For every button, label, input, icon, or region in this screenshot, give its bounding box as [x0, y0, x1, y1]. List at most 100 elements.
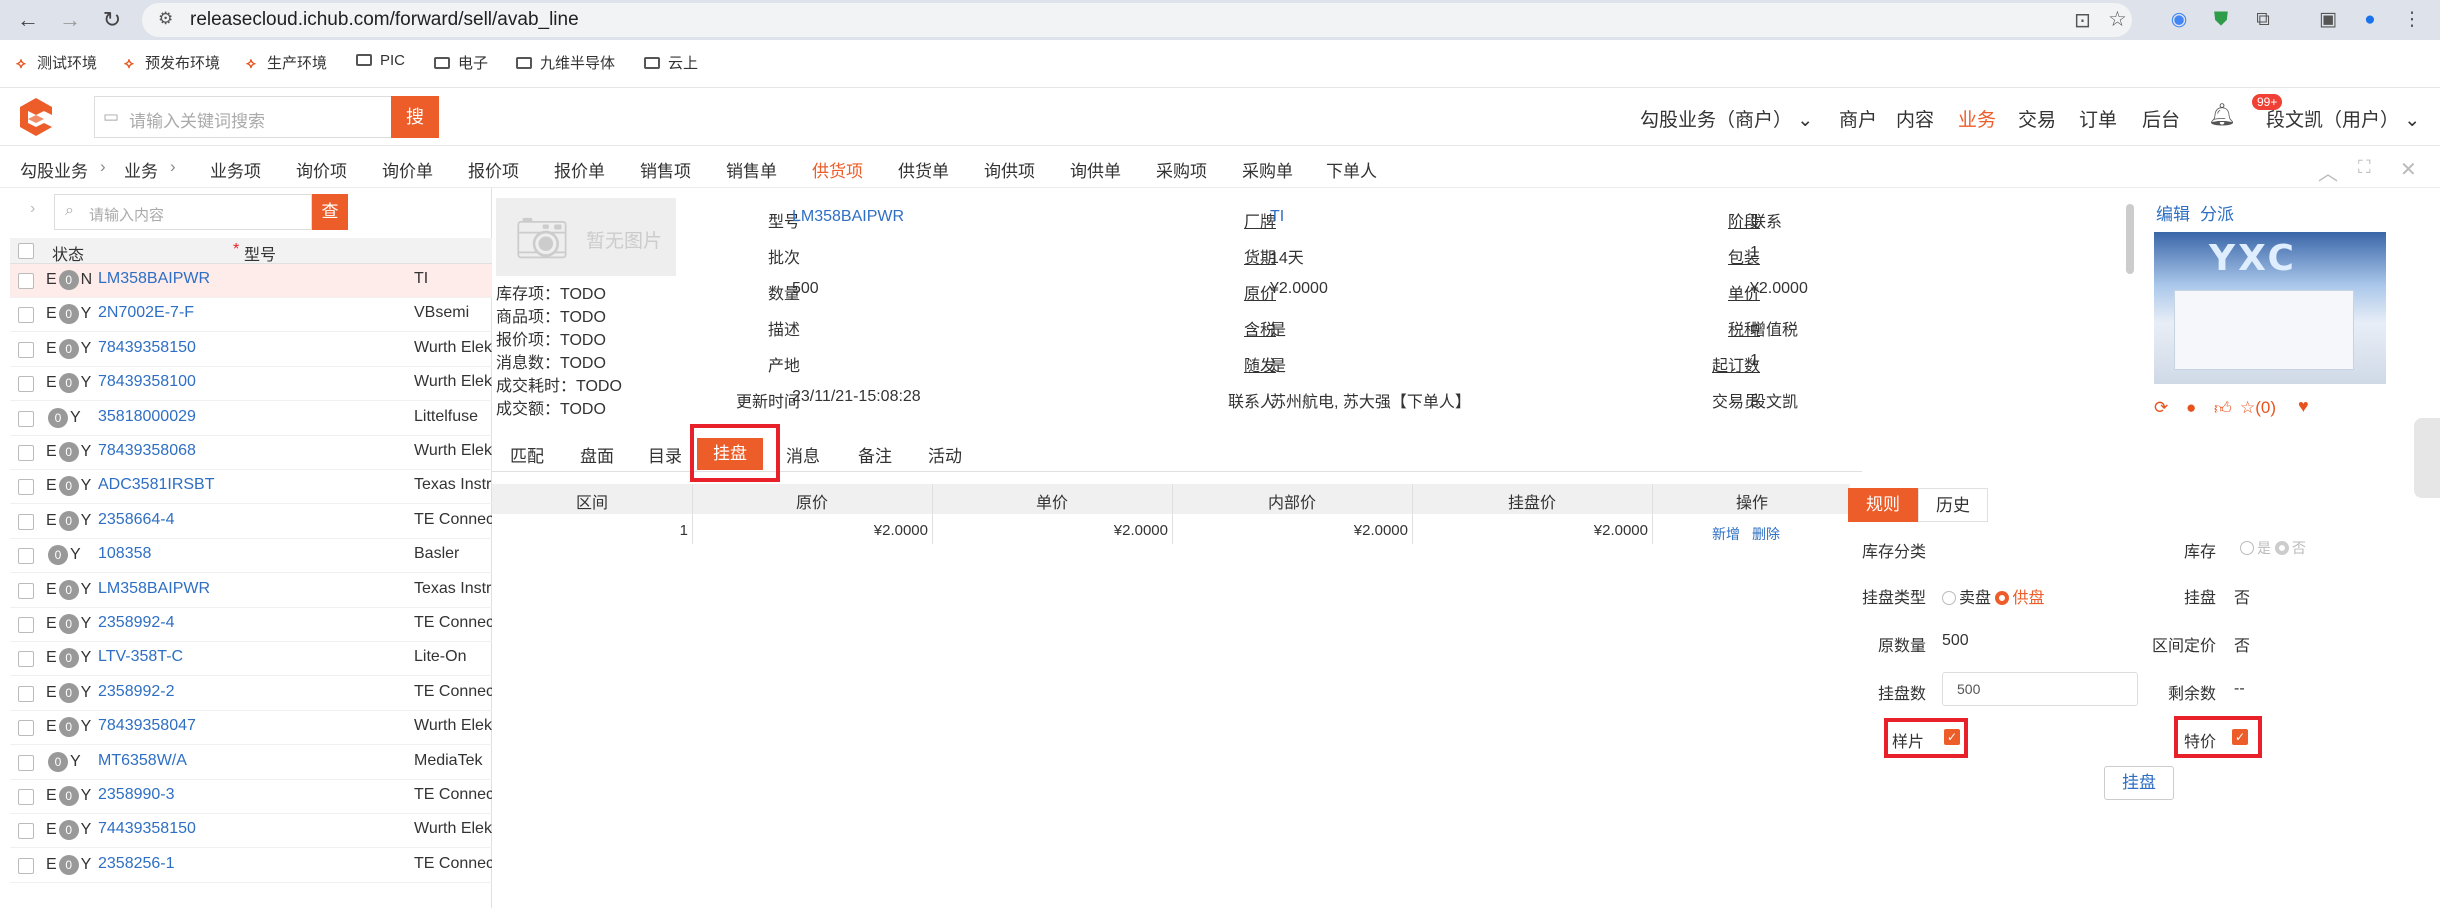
row-checkbox[interactable] [18, 273, 34, 289]
tab-activity[interactable]: 活动 [928, 442, 962, 467]
row-model-link[interactable]: 78439358100 [98, 373, 196, 391]
crumb-inq-supply-order[interactable]: 询供单 [1070, 157, 1121, 182]
bookmark-electronics[interactable]: 电子 [434, 52, 488, 73]
crumb-root[interactable]: 勾股业务 [20, 157, 88, 182]
tab-rules[interactable]: 规则 [1848, 488, 1918, 522]
url-text[interactable]: releasecloud.ichub.com/forward/sell/avab… [190, 9, 579, 31]
delete-link[interactable]: 删除 [1752, 524, 1780, 544]
row-checkbox[interactable] [18, 754, 34, 771]
list-search-button[interactable]: 查 [312, 194, 348, 230]
tab-notes[interactable]: 备注 [858, 442, 892, 467]
thumbs-up-icon[interactable]: 👍︎ [2214, 398, 2232, 419]
extensions-icon[interactable]: ⧉ [2251, 8, 2275, 32]
app-logo[interactable] [14, 95, 58, 139]
list-item[interactable]: E 0 Y 2N7002E-7-F VBsemi [10, 298, 492, 333]
value-brand[interactable]: TI [1270, 208, 1284, 226]
row-model-link[interactable]: LTV-358T-C [98, 648, 183, 666]
row-checkbox[interactable] [18, 651, 34, 668]
bookmark-test[interactable]: ⟡ 测试环境 [16, 52, 97, 73]
favorite-count[interactable]: ☆(0) [2240, 398, 2276, 418]
profile-icon[interactable]: ● [2358, 8, 2382, 32]
add-link[interactable]: 新增 [1712, 524, 1740, 544]
crumb-business-item[interactable]: 业务项 [210, 157, 261, 182]
row-checkbox[interactable] [18, 307, 34, 324]
bookmark-pic[interactable]: PIC [356, 52, 405, 69]
collapse-icon[interactable]: ︿ [2318, 157, 2338, 186]
chrome-extension-icon[interactable]: ◉ [2167, 8, 2191, 32]
row-model-link[interactable]: 2358992-4 [98, 614, 175, 632]
global-search-button[interactable]: 搜 [391, 96, 439, 138]
stock-yes-radio[interactable] [2240, 541, 2254, 555]
row-checkbox[interactable] [18, 685, 34, 702]
nav-business[interactable]: 业务 [1958, 105, 1996, 132]
reload-icon[interactable]: ↻ [98, 6, 126, 34]
crumb-purchase-item[interactable]: 采购项 [1156, 157, 1207, 182]
crumb-inquiry-item[interactable]: 询价项 [296, 157, 347, 182]
crumb-purchase-order[interactable]: 采购单 [1242, 157, 1293, 182]
crumb-order-person[interactable]: 下单人 [1326, 157, 1377, 182]
sell-radio[interactable] [1942, 591, 1956, 605]
crumb-business[interactable]: 业务 [124, 157, 158, 182]
row-model-link[interactable]: ADC3581IRSBT [98, 476, 215, 494]
list-item[interactable]: E 0 Y ADC3581IRSBT Texas Instr [10, 470, 492, 505]
row-model-link[interactable]: 108358 [98, 545, 151, 563]
row-checkbox[interactable] [18, 823, 34, 840]
list-item[interactable]: E 0 Y 78439358047 Wurth Elek [10, 711, 492, 746]
value-model[interactable]: LM358BAIPWR [792, 208, 904, 226]
bookmark-prod[interactable]: ⟡ 生产环境 [246, 52, 327, 73]
nav-content[interactable]: 内容 [1896, 105, 1934, 132]
business-menu[interactable]: 勾股业务（商户） ⌄ [1640, 105, 1813, 132]
nav-trade[interactable]: 交易 [2018, 105, 2056, 132]
panel-scrollbar[interactable] [2126, 204, 2134, 274]
nav-merchant[interactable]: 商户 [1839, 105, 1877, 132]
row-model-link[interactable]: 2358992-2 [98, 683, 175, 701]
side-drawer-handle[interactable] [2414, 418, 2440, 498]
list-item[interactable]: E 0 Y 2358992-4 TE Connec [10, 608, 492, 642]
bookmark-cloud[interactable]: 云上 [644, 52, 698, 73]
row-checkbox[interactable] [18, 582, 34, 599]
list-item[interactable]: E 0 Y 2358256-1 TE Connec [10, 849, 492, 883]
list-item[interactable]: E 0 Y 74439358150 Wurth Elek [10, 814, 492, 849]
sidepanel-icon[interactable]: ▣ [2316, 8, 2340, 32]
list-qty-input[interactable]: 500 [1942, 672, 2138, 706]
image-search-icon[interactable]: ▭ [103, 107, 119, 127]
crumb-inquiry-order[interactable]: 询价单 [382, 157, 433, 182]
refresh-icon[interactable]: ⟳ [2154, 398, 2168, 418]
row-checkbox[interactable] [18, 445, 34, 461]
nav-orders[interactable]: 订单 [2079, 105, 2117, 132]
list-search-input[interactable]: ⌕ 请输入内容 [54, 194, 312, 230]
crumb-sales-item[interactable]: 销售项 [640, 157, 691, 182]
close-icon[interactable]: ✕ [2400, 157, 2417, 182]
tab-history[interactable]: 历史 [1918, 488, 1988, 522]
list-item[interactable]: E 0 Y 78439358068 Wurth Elek [10, 436, 492, 470]
back-icon[interactable]: ← [14, 6, 42, 34]
stock-no-radio[interactable] [2274, 541, 2289, 555]
row-model-link[interactable]: 78439358150 [98, 339, 196, 357]
row-model-link[interactable]: 78439358047 [98, 717, 196, 735]
row-checkbox[interactable] [18, 789, 34, 805]
bookmark-star-icon[interactable]: ☆ [2108, 7, 2127, 32]
translate-icon[interactable]: ⊡ [2074, 8, 2091, 33]
row-checkbox[interactable] [18, 410, 34, 427]
list-item[interactable]: 0 Y 108358 Basler [10, 539, 492, 574]
tab-messages[interactable]: 消息 [786, 442, 820, 467]
heart-icon[interactable]: ♥ [2298, 396, 2309, 417]
supply-radio[interactable] [1995, 591, 2010, 605]
row-checkbox[interactable] [18, 376, 34, 393]
list-item[interactable]: 0 Y MT6358W/A MediaTek [10, 746, 492, 780]
row-model-link[interactable]: 74439358150 [98, 820, 196, 838]
crumb-quote-item[interactable]: 报价项 [468, 157, 519, 182]
row-checkbox[interactable] [18, 857, 34, 874]
select-all-checkbox[interactable] [18, 243, 34, 259]
list-item[interactable]: E 0 Y LM358BAIPWR Texas Instr [10, 574, 492, 608]
list-item[interactable]: E 0 Y 2358990-3 TE Connec [10, 780, 492, 814]
row-model-link[interactable]: LM358BAIPWR [98, 580, 210, 598]
crumb-quote-order[interactable]: 报价单 [554, 157, 605, 182]
chevron-right-icon[interactable]: › [30, 200, 35, 218]
address-bar[interactable]: ⚙ releasecloud.ichub.com/forward/sell/av… [142, 3, 2132, 37]
comment-icon[interactable]: ● [2186, 398, 2196, 418]
bookmark-jiuwei[interactable]: 九维半导体 [516, 52, 615, 73]
tab-match[interactable]: 匹配 [510, 442, 544, 467]
row-checkbox[interactable] [18, 479, 34, 496]
global-search-input[interactable]: ▭ 请输入关键词搜索 [94, 96, 392, 138]
